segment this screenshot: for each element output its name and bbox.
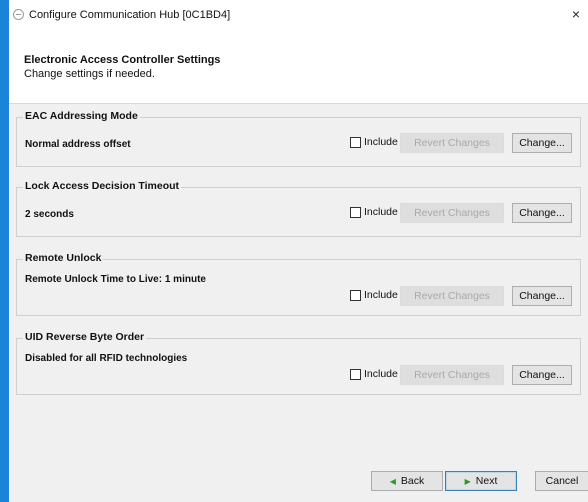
- group-remote-unlock: Remote Unlock Remote Unlock Time to Live…: [16, 252, 581, 316]
- window-title: Configure Communication Hub [0C1BD4]: [29, 9, 231, 21]
- change-button[interactable]: Change...: [512, 286, 572, 306]
- page-subtitle: Change settings if needed.: [24, 68, 155, 80]
- include-checkbox[interactable]: Include: [350, 289, 398, 301]
- checkbox-box[interactable]: [350, 289, 361, 301]
- checkbox-box[interactable]: [350, 136, 361, 148]
- back-label: Back: [400, 475, 425, 487]
- back-arrow-icon: ◀: [389, 476, 396, 486]
- include-label: Include: [364, 289, 398, 301]
- cancel-button[interactable]: Cancel: [535, 471, 588, 491]
- page-header: Electronic Access Controller Settings Ch…: [9, 45, 588, 103]
- revert-changes-button[interactable]: Revert Changes: [400, 133, 504, 153]
- setting-value: Normal address offset: [25, 139, 131, 150]
- checkbox-box[interactable]: [350, 206, 361, 218]
- include-checkbox[interactable]: Include: [350, 368, 398, 380]
- next-button[interactable]: ▶ Next: [445, 471, 517, 491]
- group-legend: Lock Access Decision Timeout: [23, 180, 182, 192]
- next-label: Next: [475, 475, 498, 487]
- settings-panel: EAC Addressing Mode Normal address offse…: [9, 103, 588, 456]
- include-label: Include: [364, 206, 398, 218]
- include-checkbox[interactable]: Include: [350, 136, 398, 148]
- include-label: Include: [364, 136, 398, 148]
- back-button[interactable]: ◀ Back: [371, 471, 443, 491]
- group-legend: Remote Unlock: [23, 252, 104, 264]
- revert-changes-button[interactable]: Revert Changes: [400, 203, 504, 223]
- group-eac-addressing-mode: EAC Addressing Mode Normal address offse…: [16, 110, 581, 167]
- setting-value: Remote Unlock Time to Live: 1 minute: [25, 274, 206, 285]
- app-icon: [13, 9, 24, 20]
- group-legend: EAC Addressing Mode: [23, 110, 140, 122]
- group-lock-access-decision-timeout: Lock Access Decision Timeout 2 seconds I…: [16, 180, 581, 237]
- include-checkbox[interactable]: Include: [350, 206, 398, 218]
- revert-changes-button[interactable]: Revert Changes: [400, 365, 504, 385]
- include-label: Include: [364, 368, 398, 380]
- title-bar[interactable]: Configure Communication Hub [0C1BD4] ×: [9, 0, 588, 30]
- setting-value: Disabled for all RFID technologies: [25, 353, 188, 364]
- wizard-footer: ◀ Back ▶ Next Cancel: [9, 456, 588, 502]
- revert-changes-button[interactable]: Revert Changes: [400, 286, 504, 306]
- checkbox-box[interactable]: [350, 368, 361, 380]
- change-button[interactable]: Change...: [512, 203, 572, 223]
- group-legend: UID Reverse Byte Order: [23, 331, 147, 343]
- dialog-window: Configure Communication Hub [0C1BD4] × E…: [0, 0, 588, 502]
- change-button[interactable]: Change...: [512, 365, 572, 385]
- group-uid-reverse-byte-order: UID Reverse Byte Order Disabled for all …: [16, 331, 581, 395]
- next-arrow-icon: ▶: [464, 476, 471, 486]
- page-title: Electronic Access Controller Settings: [24, 54, 221, 66]
- setting-value: 2 seconds: [25, 209, 74, 220]
- close-button[interactable]: ×: [572, 6, 580, 22]
- change-button[interactable]: Change...: [512, 133, 572, 153]
